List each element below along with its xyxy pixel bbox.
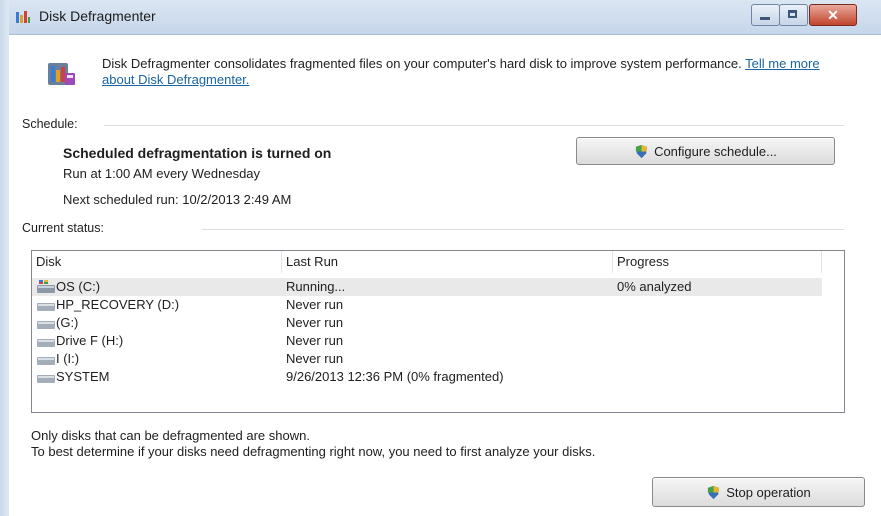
drive-icon bbox=[37, 357, 55, 365]
disk-row[interactable]: (G:) Never run bbox=[32, 314, 822, 332]
disk-name: Drive F (H:) bbox=[56, 333, 124, 348]
stop-operation-label: Stop operation bbox=[726, 484, 811, 500]
disk-last-run: Never run bbox=[286, 351, 344, 366]
window-left-border bbox=[0, 0, 9, 516]
window-content: Disk Defragmenter consolidates fragmente… bbox=[9, 35, 881, 516]
window-title: Disk Defragmenter bbox=[39, 8, 156, 24]
minimize-icon bbox=[760, 17, 770, 20]
intro-description: Disk Defragmenter consolidates fragmente… bbox=[102, 56, 742, 71]
disk-row[interactable]: OS (C:) Running... 0% analyzed bbox=[32, 278, 822, 296]
column-header-progress[interactable]: Progress bbox=[613, 251, 822, 273]
disk-name: SYSTEM bbox=[56, 369, 110, 384]
disk-last-run: Running... bbox=[286, 279, 346, 294]
defragmenter-app-icon bbox=[16, 11, 30, 23]
column-header-disk[interactable]: Disk bbox=[32, 251, 282, 273]
system-drive-icon bbox=[37, 280, 55, 293]
disk-name: HP_RECOVERY (D:) bbox=[56, 297, 180, 312]
disk-last-run: 9/26/2013 12:36 PM (0% fragmented) bbox=[286, 369, 504, 384]
disk-row[interactable]: SYSTEM 9/26/2013 12:36 PM (0% fragmented… bbox=[32, 368, 822, 386]
uac-shield-icon bbox=[635, 144, 648, 158]
stop-operation-button[interactable]: Stop operation bbox=[652, 477, 865, 507]
disk-list[interactable]: Disk Last Run Progress OS (C:) Running..… bbox=[31, 250, 845, 413]
schedule-status: Scheduled defragmentation is turned on bbox=[63, 145, 332, 161]
disk-row[interactable]: HP_RECOVERY (D:) Never run bbox=[32, 296, 822, 314]
close-icon: ✕ bbox=[827, 7, 839, 23]
disk-name: OS (C:) bbox=[56, 279, 101, 294]
footer-note: Only disks that can be defragmented are … bbox=[31, 428, 595, 460]
schedule-section-label: Schedule: bbox=[22, 117, 78, 131]
drive-icon bbox=[37, 339, 55, 347]
disk-list-header: Disk Last Run Progress bbox=[32, 251, 844, 273]
drive-icon bbox=[37, 375, 55, 383]
drive-icon bbox=[37, 303, 55, 311]
title-bar[interactable]: Disk Defragmenter ✕ bbox=[9, 0, 881, 35]
disk-progress: 0% analyzed bbox=[617, 279, 692, 294]
column-header-filler bbox=[822, 251, 844, 273]
status-separator bbox=[202, 229, 844, 230]
schedule-separator bbox=[104, 125, 844, 126]
footer-line-2: To best determine if your disks need def… bbox=[31, 444, 596, 459]
footer-line-1: Only disks that can be defragmented are … bbox=[31, 428, 310, 443]
current-status-label: Current status: bbox=[22, 221, 104, 235]
configure-schedule-button[interactable]: Configure schedule... bbox=[576, 137, 835, 165]
maximize-button[interactable] bbox=[779, 4, 808, 26]
schedule-run-time: Run at 1:00 AM every Wednesday bbox=[63, 166, 261, 181]
disk-row[interactable]: I (I:) Never run bbox=[32, 350, 822, 368]
column-header-last-run[interactable]: Last Run bbox=[282, 251, 613, 273]
close-button[interactable]: ✕ bbox=[809, 4, 857, 26]
disk-last-run: Never run bbox=[286, 315, 344, 330]
disk-defragmenter-icon bbox=[48, 63, 75, 85]
disk-name: (G:) bbox=[56, 315, 79, 330]
minimize-button[interactable] bbox=[751, 4, 780, 26]
uac-shield-icon bbox=[708, 485, 720, 499]
disk-last-run: Never run bbox=[286, 333, 344, 348]
maximize-icon bbox=[788, 10, 797, 18]
intro-text: Disk Defragmenter consolidates fragmente… bbox=[102, 56, 842, 88]
disk-row[interactable]: Drive F (H:) Never run bbox=[32, 332, 822, 350]
disk-name: I (I:) bbox=[56, 351, 80, 366]
disk-last-run: Never run bbox=[286, 297, 344, 312]
next-scheduled-run: Next scheduled run: 10/2/2013 2:49 AM bbox=[63, 192, 292, 207]
configure-schedule-label: Configure schedule... bbox=[654, 143, 777, 159]
drive-icon bbox=[37, 321, 55, 329]
